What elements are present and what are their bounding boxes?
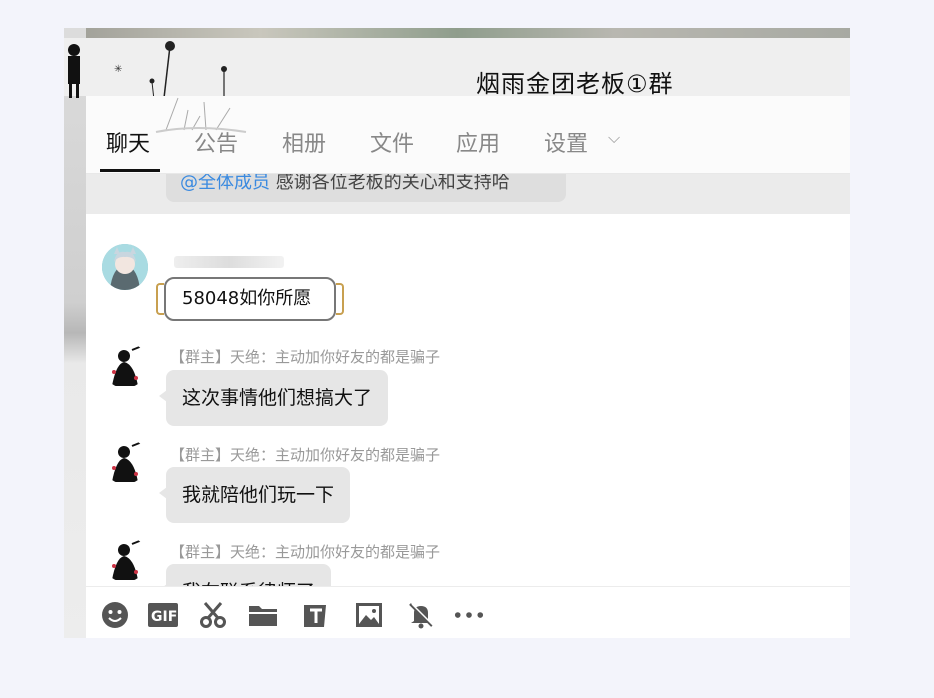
- previous-message-text: @全体成员 感谢各位老板的关心和支持哈: [180, 174, 510, 194]
- frame-bracket-left: [156, 283, 164, 315]
- group-chat-window: ✳ 烟雨金团老板①群 聊天 公告 相册 文件 应用 设置 ⌵ @全体成员 感谢各…: [64, 28, 850, 638]
- skin-strip: [64, 28, 850, 38]
- emoji-icon[interactable]: [100, 601, 130, 629]
- svg-text:✳: ✳: [114, 64, 122, 75]
- ink-character-avatar-icon: [102, 438, 148, 484]
- message-bubble[interactable]: 我在联系律师了: [158, 564, 332, 586]
- image-icon[interactable]: [354, 601, 384, 629]
- tab-chat[interactable]: 聊天: [106, 126, 150, 158]
- tab-announcement[interactable]: 公告: [194, 126, 238, 158]
- tab-album[interactable]: 相册: [282, 126, 326, 158]
- tab-apps[interactable]: 应用: [456, 126, 500, 158]
- scissors-icon[interactable]: [198, 601, 228, 629]
- left-panel-edge: [64, 28, 86, 638]
- previous-message-body: 感谢各位老板的关心和支持哈: [275, 174, 510, 193]
- message-bubble[interactable]: 我就陪他们玩一下: [158, 467, 351, 523]
- mute-bell-icon[interactable]: [406, 601, 436, 629]
- tab-bar: 聊天 公告 相册 文件 应用 设置 ⌵: [86, 96, 850, 174]
- title-bar: ✳ 烟雨金团老板①群: [64, 38, 850, 101]
- avatar[interactable]: [102, 438, 148, 484]
- frame-bracket-right: [336, 283, 344, 315]
- gif-icon[interactable]: GIF: [148, 601, 178, 629]
- message-bubble[interactable]: 这次事情他们想搞大了: [158, 370, 389, 426]
- sender-name-redacted: [174, 256, 284, 268]
- avatar[interactable]: [102, 342, 148, 388]
- sender-name: 【群主】天绝：主动加你好友的都是骗子: [170, 446, 441, 464]
- message-bubble-framed[interactable]: 58048如你所愿: [156, 277, 346, 321]
- input-toolbar: GIF: [86, 586, 850, 638]
- message-list[interactable]: @全体成员 感谢各位老板的关心和支持哈 58048如你所愿 【群主】天绝：主动加…: [86, 174, 850, 586]
- avatar[interactable]: [102, 244, 148, 290]
- avatar[interactable]: [102, 536, 148, 582]
- window-title: 烟雨金团老板①群: [476, 70, 674, 98]
- active-tab-indicator: [100, 169, 160, 172]
- sender-name: 【群主】天绝：主动加你好友的都是骗子: [170, 543, 441, 561]
- ink-character-avatar-icon: [102, 536, 148, 582]
- more-icon[interactable]: [454, 601, 484, 629]
- ink-character-avatar-icon: [102, 342, 148, 388]
- chevron-down-icon[interactable]: ⌵: [608, 128, 620, 148]
- anime-avatar-icon: [102, 244, 148, 290]
- sender-name: 【群主】天绝：主动加你好友的都是骗子: [170, 348, 441, 366]
- folder-icon[interactable]: [248, 601, 278, 629]
- mention-all-members[interactable]: @全体成员: [180, 174, 270, 193]
- tab-files[interactable]: 文件: [370, 126, 414, 158]
- tab-settings[interactable]: 设置: [544, 126, 588, 158]
- font-icon[interactable]: [300, 601, 330, 629]
- svg-text:GIF: GIF: [151, 609, 177, 625]
- message-text: 58048如你所愿: [164, 277, 336, 321]
